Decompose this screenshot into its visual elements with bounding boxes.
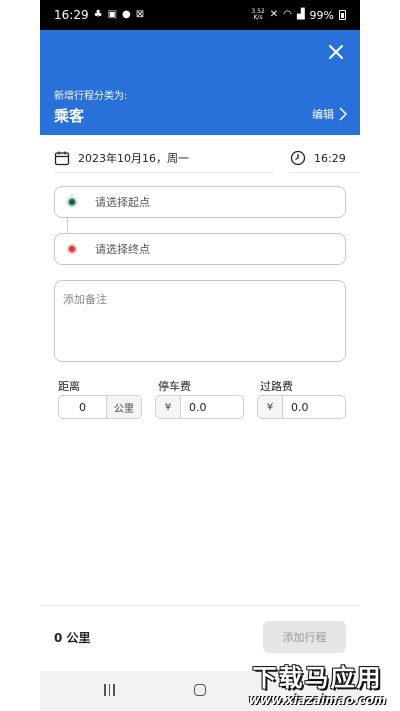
distance-label: 距离	[58, 380, 80, 393]
distance-value[interactable]: 0	[59, 401, 106, 414]
add-trip-button[interactable]: 添加行程	[263, 621, 346, 653]
bottom-divider	[40, 605, 360, 606]
toll-value[interactable]: 0.0	[283, 401, 345, 414]
phone-screen: 16:29 ♣ ▣ ● ⊠ 3.52 K/s ✕ ◠ ▟ 99% 新增行程分类为…	[40, 0, 360, 711]
start-location-field[interactable]: 请选择起点	[54, 186, 346, 218]
trip-date: 2023年10月16，周一	[78, 152, 189, 165]
recent-apps-icon-bar	[108, 684, 110, 696]
time-picker[interactable]: 16:29	[290, 144, 360, 173]
notification-icon: ♣	[93, 9, 103, 20]
calendar-icon	[54, 151, 70, 166]
close-button[interactable]	[326, 42, 346, 62]
end-location-field[interactable]: 请选择终点	[54, 233, 346, 265]
home-button[interactable]	[194, 684, 206, 696]
clock-icon	[290, 150, 306, 166]
parking-currency: ¥	[156, 396, 181, 418]
parking-value[interactable]: 0.0	[181, 401, 243, 414]
recent-apps-button[interactable]	[104, 684, 118, 696]
signal-off-icon: ⊠	[135, 9, 145, 20]
status-time: 16:29	[54, 8, 89, 22]
total-distance: 0 公里	[54, 631, 91, 645]
recent-apps-icon	[104, 684, 106, 696]
battery-icon	[339, 10, 346, 20]
network-speed: 3.52 K/s	[251, 8, 265, 21]
start-placeholder: 请选择起点	[95, 196, 150, 209]
close-icon	[329, 45, 343, 59]
edit-label: 编辑	[312, 108, 334, 121]
chevron-right-icon	[339, 107, 348, 121]
wifi-icon: ◠	[283, 9, 292, 20]
edit-button[interactable]: 编辑	[312, 106, 348, 122]
date-picker[interactable]: 2023年10月16，周一	[54, 144, 274, 173]
toll-fee-input[interactable]: ¥ 0.0	[257, 395, 346, 419]
left-margin	[0, 0, 40, 711]
watermark-en: www.xiazaimao.com	[248, 693, 387, 707]
image-icon: ▣	[107, 9, 118, 20]
parking-label: 停车费	[158, 380, 191, 393]
start-dot-icon	[67, 197, 77, 207]
right-margin	[360, 0, 400, 711]
mute-icon: ✕	[269, 9, 279, 20]
trip-time: 16:29	[314, 151, 346, 165]
notes-field[interactable]: 添加备注	[54, 280, 346, 362]
end-dot-icon	[67, 244, 77, 254]
toll-currency: ¥	[258, 396, 283, 418]
category-subtitle: 新增行程分类为:	[54, 91, 128, 102]
parking-fee-input[interactable]: ¥ 0.0	[155, 395, 244, 419]
header: 新增行程分类为: 乘客 编辑	[40, 30, 360, 135]
distance-input[interactable]: 0 公里	[58, 395, 142, 419]
battery-percent: 99%	[309, 8, 334, 22]
status-bar: 16:29 ♣ ▣ ● ⊠ 3.52 K/s ✕ ◠ ▟ 99%	[40, 0, 360, 30]
route-connector	[67, 218, 68, 233]
toll-label: 过路费	[260, 380, 293, 393]
category-title: 乘客	[54, 107, 85, 125]
notes-placeholder: 添加备注	[63, 293, 107, 306]
end-placeholder: 请选择终点	[95, 243, 150, 256]
app-icon: ●	[122, 9, 131, 20]
distance-unit: 公里	[106, 396, 141, 418]
cell-signal-icon: ▟	[296, 9, 305, 20]
watermark-cn: 下载马应用	[252, 664, 383, 692]
recent-apps-icon-bar	[113, 684, 115, 696]
watermark-logo: 下载马应用 www.xiazaimao.com	[237, 656, 398, 709]
